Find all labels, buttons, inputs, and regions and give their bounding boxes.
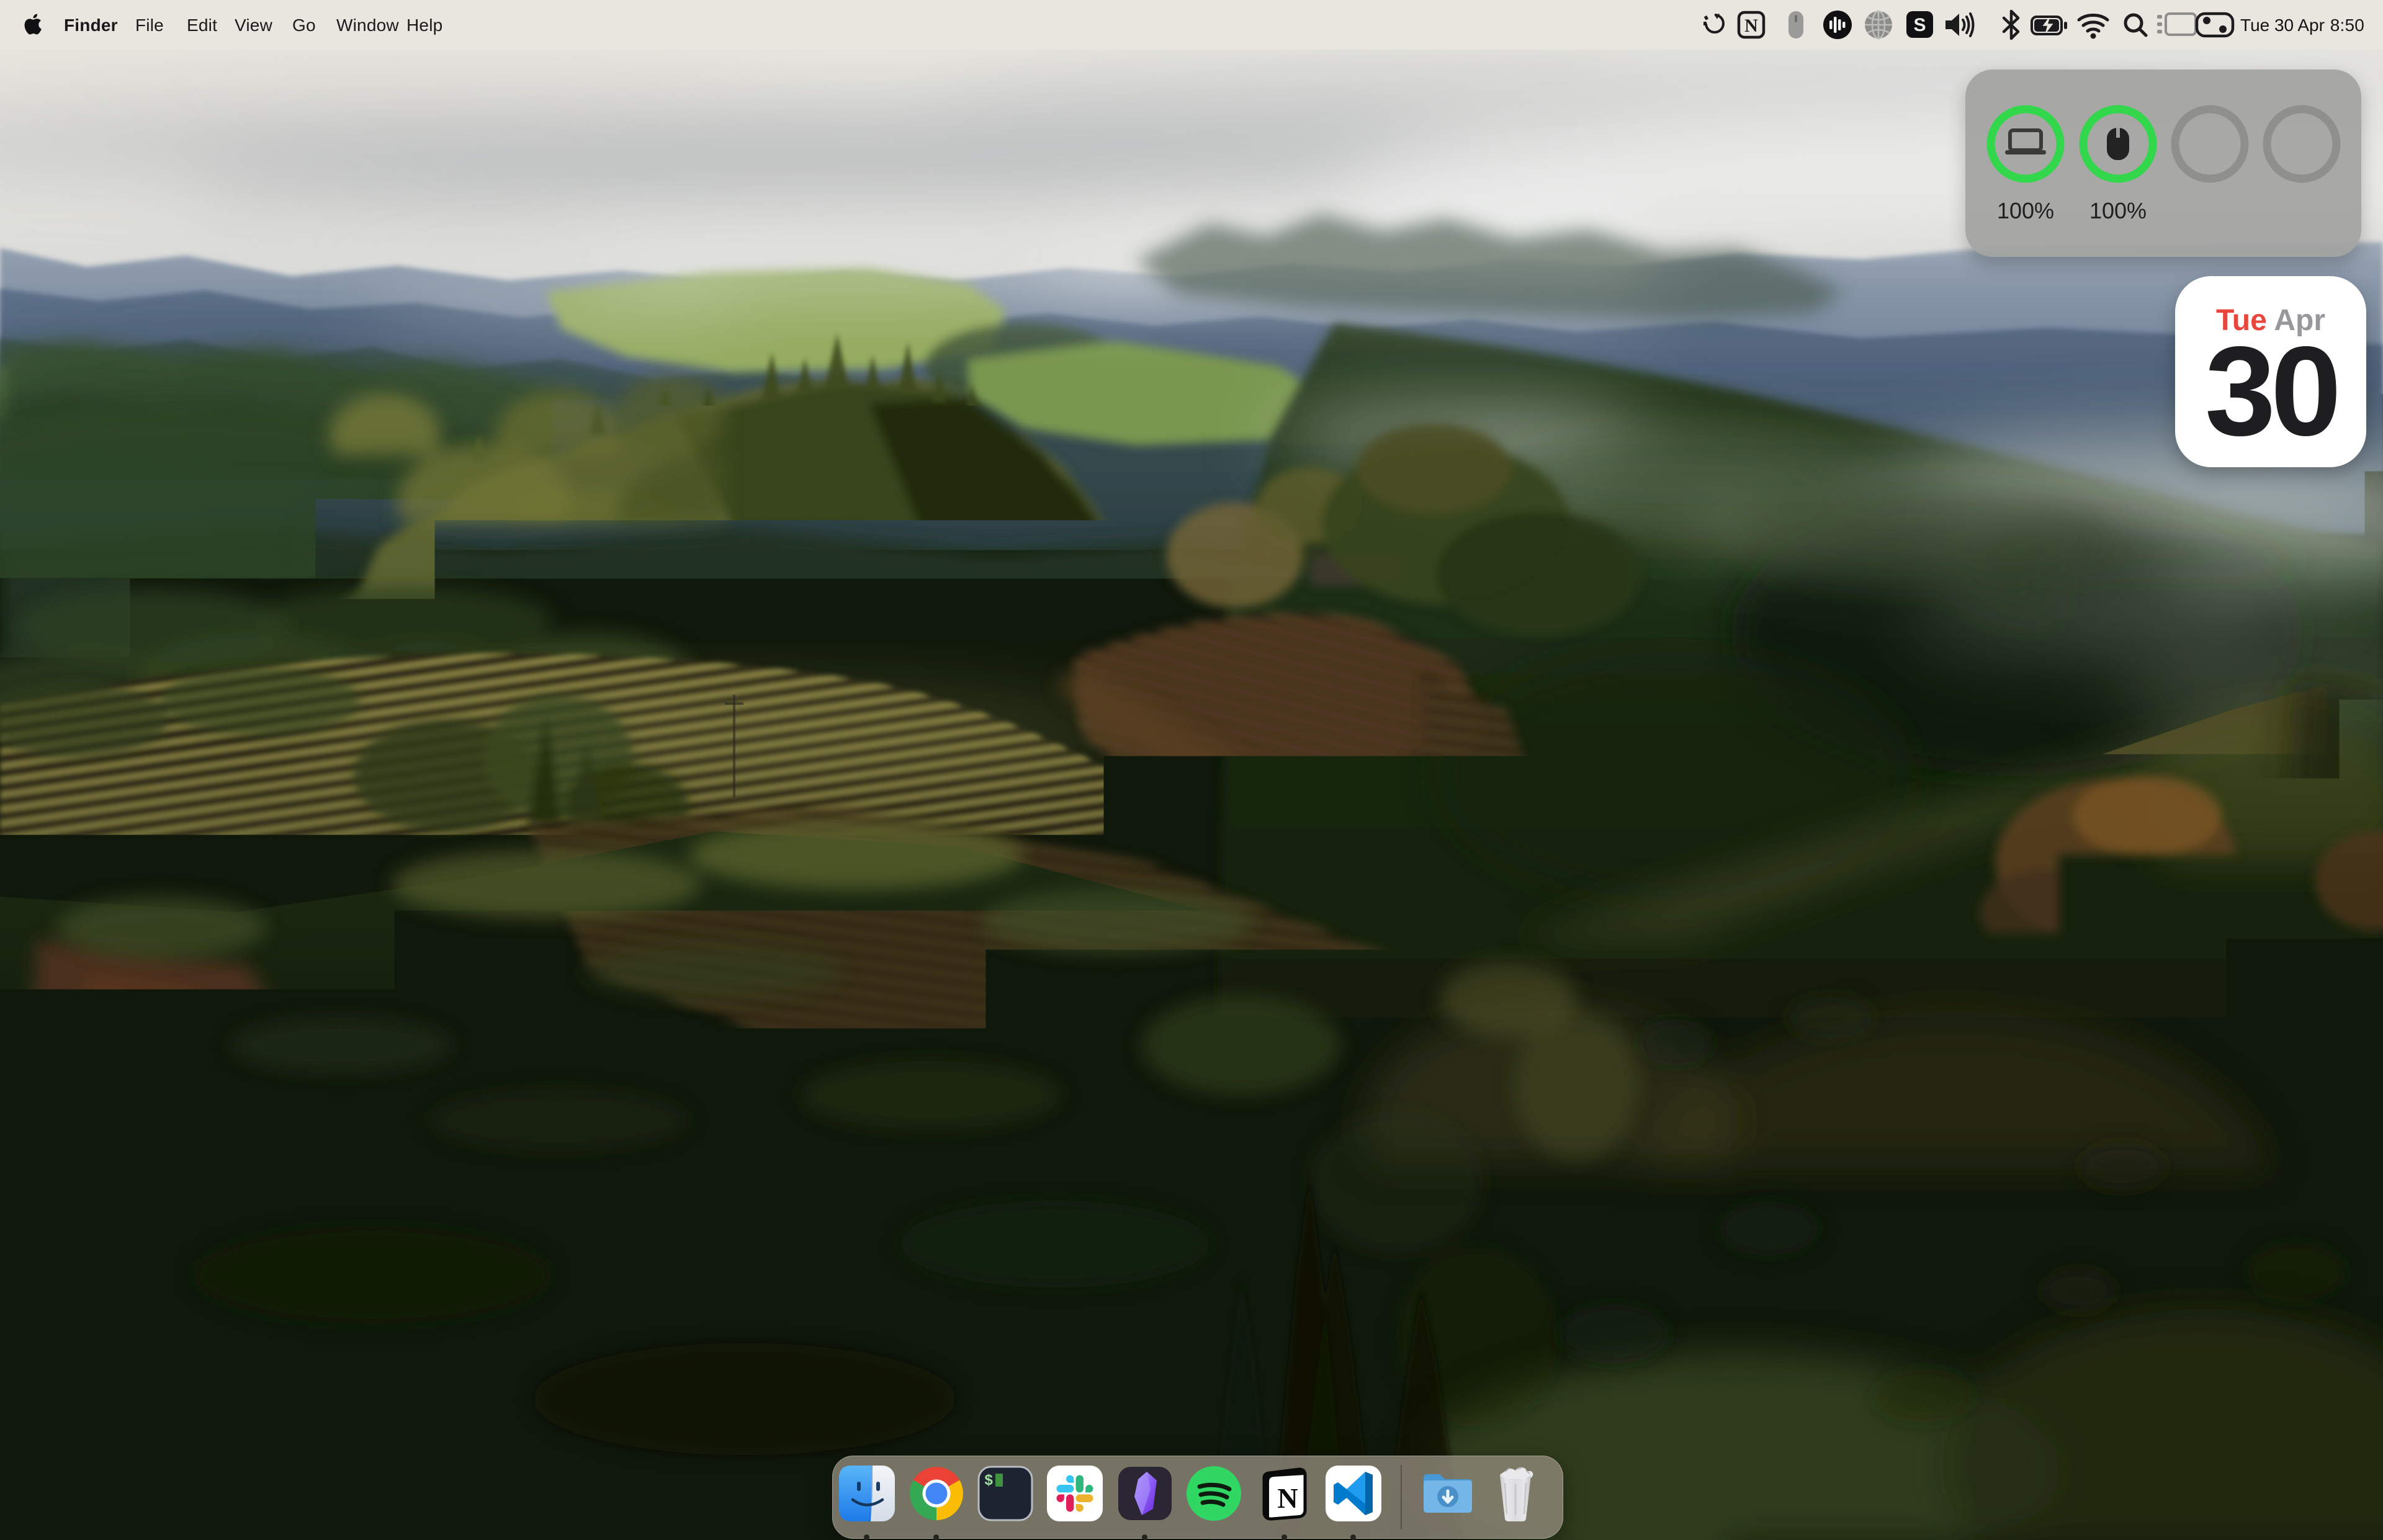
svg-text:N: N <box>1277 1482 1298 1514</box>
svg-text:S: S <box>1913 15 1926 35</box>
svg-text:$: $ <box>984 1473 993 1490</box>
svg-text:N: N <box>1744 16 1758 36</box>
svg-text:Tue 30 Apr: Tue 30 Apr <box>2240 16 2325 35</box>
